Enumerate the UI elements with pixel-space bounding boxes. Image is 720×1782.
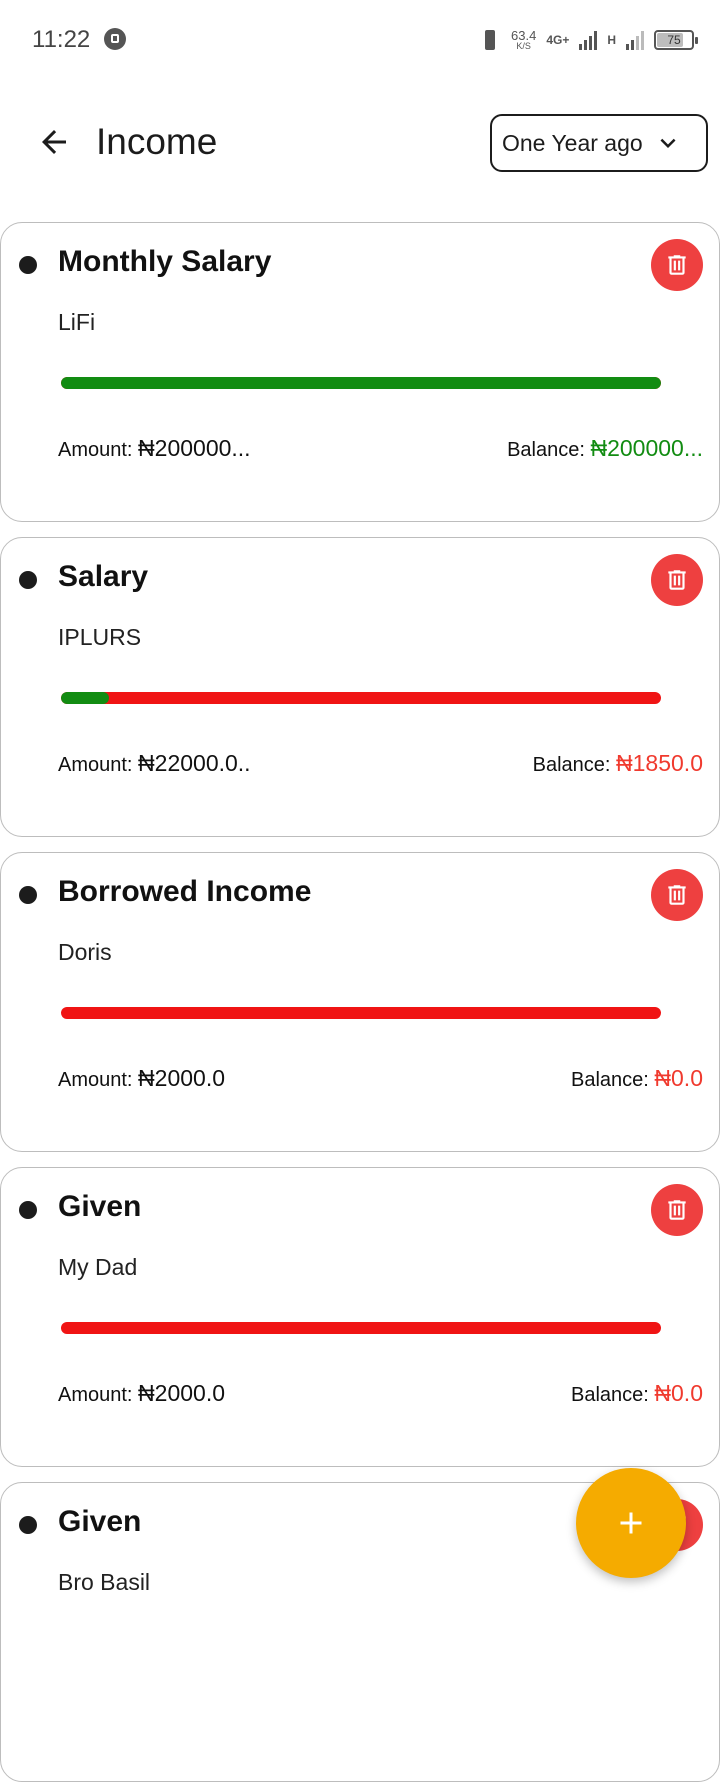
lock-icon <box>104 28 126 50</box>
balance-text: Balance: ₦0.0 <box>571 1380 703 1407</box>
amount-label: Amount: <box>58 754 133 776</box>
trash-icon <box>668 255 686 275</box>
delete-button[interactable] <box>651 869 703 921</box>
balance-value: ₦0.0 <box>654 1380 703 1406</box>
income-source: Doris <box>58 939 112 965</box>
bullet-icon <box>19 256 37 274</box>
vibrate-icon <box>479 28 501 52</box>
trash-icon <box>668 570 686 590</box>
amount-text: Amount: ₦22000.0.. <box>58 750 251 777</box>
income-card[interactable]: Given My Dad Amount: ₦2000.0 Balance: ₦0… <box>0 1167 720 1467</box>
battery-level: 75 <box>667 33 681 47</box>
income-card[interactable]: Monthly Salary LiFi Amount: ₦200000... B… <box>0 222 720 522</box>
progress-fill <box>61 692 109 704</box>
balance-text: Balance: ₦0.0 <box>571 1065 703 1092</box>
signal-icon-secondary <box>626 30 644 50</box>
income-card[interactable]: Salary IPLURS Amount: ₦22000.0.. Balance… <box>0 537 720 837</box>
chevron-down-icon <box>653 128 683 158</box>
status-bar: 11:22 63.4 K/S 4G+ H 75 <box>0 0 720 80</box>
page-title: Income <box>96 121 218 162</box>
amount-value: ₦22000.0.. <box>138 750 251 776</box>
balance-text: Balance: ₦1850.0 <box>533 750 703 777</box>
balance-value: ₦200000... <box>590 435 703 461</box>
balance-text: Balance: ₦200000... <box>507 435 703 462</box>
amount-label: Amount: <box>58 1384 133 1406</box>
status-time: 11:22 <box>32 26 91 53</box>
balance-label: Balance: <box>571 1069 649 1091</box>
bullet-icon <box>19 571 37 589</box>
delete-button[interactable] <box>651 1184 703 1236</box>
bullet-icon <box>19 886 37 904</box>
amount-value: ₦200000... <box>138 435 251 461</box>
amount-text: Amount: ₦2000.0 <box>58 1065 225 1092</box>
income-title: Given <box>58 1505 142 1538</box>
income-title: Monthly Salary <box>58 245 272 278</box>
status-indicators: 63.4 K/S 4G+ H 75 <box>479 22 698 58</box>
amount-value: ₦2000.0 <box>138 1380 226 1406</box>
network-speed: 63.4 K/S <box>511 29 536 51</box>
add-income-button[interactable] <box>576 1468 686 1578</box>
trash-icon <box>668 885 686 905</box>
back-button[interactable] <box>30 118 78 166</box>
amount-text: Amount: ₦2000.0 <box>58 1380 225 1407</box>
amount-value: ₦2000.0 <box>138 1065 226 1091</box>
amount-label: Amount: <box>58 1069 133 1091</box>
balance-progress-bar <box>61 1322 661 1334</box>
income-title: Given <box>58 1190 142 1223</box>
balance-progress-bar <box>61 377 661 389</box>
income-card[interactable]: Borrowed Income Doris Amount: ₦2000.0 Ba… <box>0 852 720 1152</box>
balance-progress-bar <box>61 692 661 704</box>
balance-label: Balance: <box>532 754 611 776</box>
bullet-icon <box>19 1201 37 1219</box>
battery-icon: 75 <box>654 30 698 50</box>
period-dropdown[interactable]: One Year ago <box>490 114 708 172</box>
amount-text: Amount: ₦200000... <box>58 435 251 462</box>
progress-fill <box>61 377 661 389</box>
income-source: My Dad <box>58 1254 138 1280</box>
income-title: Salary <box>58 560 149 593</box>
plus-icon <box>620 1512 642 1534</box>
delete-button[interactable] <box>651 554 703 606</box>
income-source: IPLURS <box>58 624 142 650</box>
balance-progress-bar <box>61 1007 661 1019</box>
income-source: LiFi <box>58 309 96 335</box>
bullet-icon <box>19 1516 37 1534</box>
balance-label: Balance: <box>571 1384 649 1406</box>
income-source: Bro Basil <box>58 1569 151 1595</box>
network-type-secondary: H <box>607 33 616 47</box>
signal-icon <box>579 30 598 50</box>
income-title: Borrowed Income <box>58 875 312 908</box>
amount-label: Amount: <box>58 439 133 461</box>
period-selected-value: One Year ago <box>502 129 643 156</box>
network-type: 4G+ <box>546 33 570 47</box>
network-speed-unit: K/S <box>516 41 531 51</box>
delete-button[interactable] <box>651 239 703 291</box>
balance-value: ₦1850.0 <box>616 750 703 776</box>
arrow-back-icon <box>42 130 66 154</box>
balance-label: Balance: <box>507 439 585 461</box>
balance-value: ₦0.0 <box>654 1065 703 1091</box>
trash-icon <box>668 1200 686 1220</box>
